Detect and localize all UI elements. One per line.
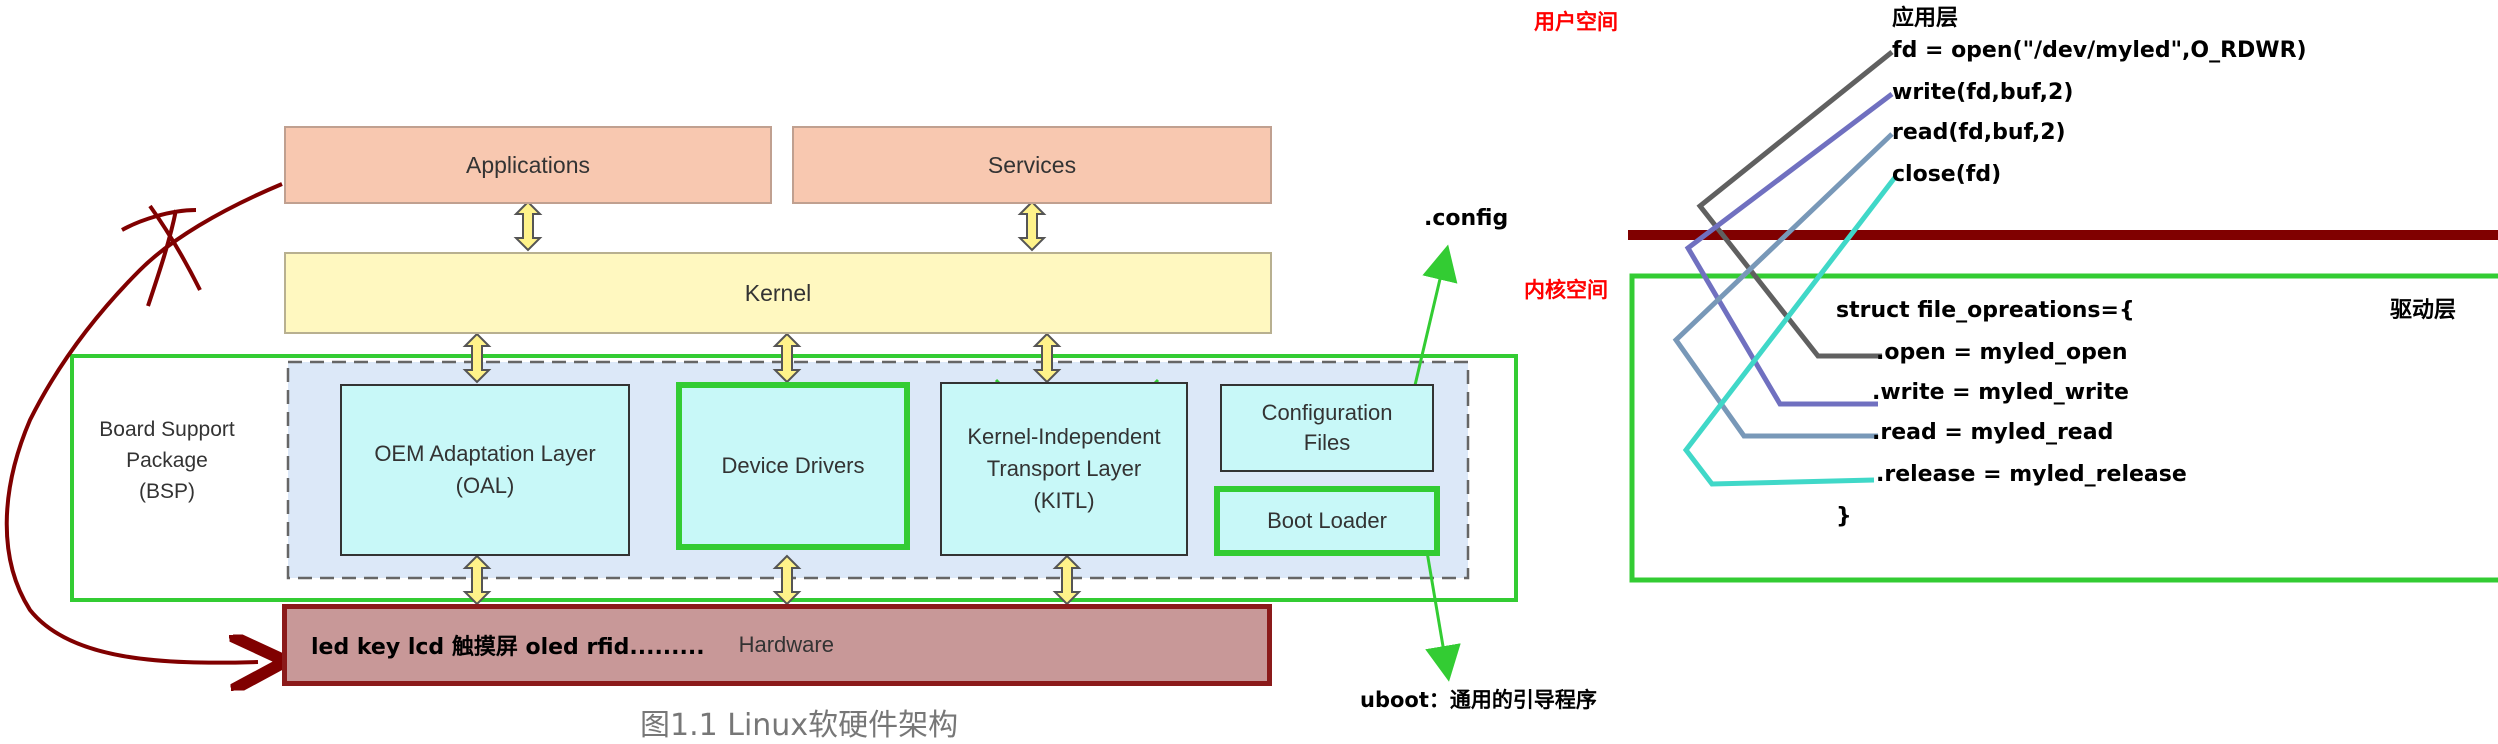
config-files-line-2: Files [1303, 430, 1351, 455]
bsp-label-line-3: (BSP) [138, 479, 195, 503]
arrow-kitl-hw [1052, 554, 1082, 606]
device-drivers-box: Device Drivers [676, 382, 910, 550]
kitl-label-line-1: Kernel-Independent [967, 424, 1161, 449]
device-drivers-label: Device Drivers [721, 453, 865, 478]
config-files-box: Configuration Files [1220, 384, 1434, 472]
kernel-space-label: 内核空间 [1524, 278, 1608, 302]
config-files-line-1: Configuration [1261, 400, 1393, 425]
oal-label-line-1: OEM Adaptation Layer [374, 441, 596, 466]
struct-member-write: .write = myled_write [1872, 380, 2129, 405]
app-call-close: close(fd) [1892, 162, 2002, 187]
user-kernel-divider [1628, 230, 2498, 240]
boot-loader-label: Boot Loader [1267, 508, 1387, 533]
arrow-services-kernel [1017, 200, 1047, 252]
app-call-write: write(fd,buf,2) [1892, 80, 2074, 105]
hardware-devices-label: led key lcd 触摸屏 oled rfid......... [311, 635, 705, 660]
services-label: Services [987, 151, 1077, 178]
arrow-oal-hw [462, 554, 492, 606]
struct-member-release: .release = myled_release [1876, 462, 2187, 487]
kitl-label-line-3: (KITL) [1033, 488, 1095, 513]
kitl-box: Kernel-Independent Transport Layer (KITL… [940, 382, 1188, 556]
applications-box: Applications [284, 126, 772, 204]
bsp-label-line-1: Board Support [99, 417, 235, 441]
services-box: Services [792, 126, 1272, 204]
bsp-label: Board Support Package (BSP) [92, 410, 242, 510]
app-call-read: read(fd,buf,2) [1892, 120, 2066, 145]
bsp-label-line-2: Package [126, 448, 208, 472]
config-note: .config [1424, 206, 1509, 231]
app-call-open: fd = open("/dev/myled",O_RDWR) [1892, 38, 2307, 63]
arrow-app-kernel [513, 200, 543, 252]
hand-drawn-cross [121, 204, 202, 307]
hardware-box: led key lcd 触摸屏 oled rfid......... Hardw… [282, 604, 1272, 686]
figure-caption: 图1.1 Linux软硬件架构 [640, 708, 959, 743]
applications-label: Applications [465, 151, 591, 178]
struct-header: struct file_opreations={ [1836, 298, 2135, 323]
app-layer-label: 应用层 [1892, 6, 1959, 31]
kernel-box: Kernel [284, 252, 1272, 334]
boot-loader-box: Boot Loader [1214, 486, 1440, 556]
arrow-drivers-hw [772, 554, 802, 606]
hardware-label: Hardware [738, 632, 834, 657]
user-space-label: 用户空间 [1534, 10, 1618, 34]
driver-layer-label: 驱动层 [2390, 298, 2457, 323]
struct-member-open: .open = myled_open [1876, 340, 2128, 365]
kernel-label: Kernel [744, 279, 812, 306]
oal-box: OEM Adaptation Layer (OAL) [340, 384, 630, 556]
struct-close: } [1836, 504, 1852, 529]
struct-member-read: .read = myled_read [1872, 420, 2114, 445]
uboot-note: uboot：通用的引导程序 [1360, 688, 1597, 712]
kitl-label-line-2: Transport Layer [986, 456, 1142, 481]
oal-label-line-2: (OAL) [455, 473, 515, 498]
